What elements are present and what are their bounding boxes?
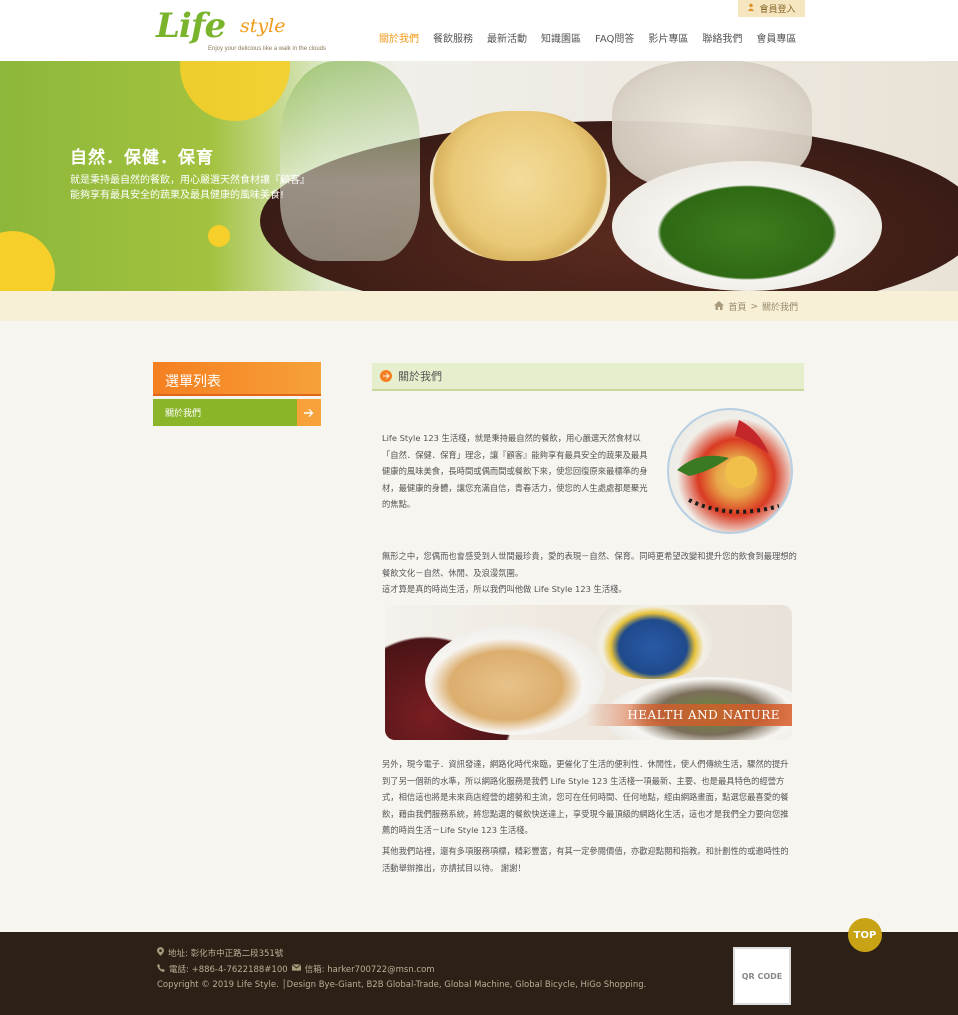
- wide-image-fish-plate: [425, 625, 605, 735]
- footer-email-link[interactable]: 信箱: harker700722@msn.com: [305, 963, 435, 975]
- content-title-bar: 關於我們: [372, 363, 804, 391]
- hero-banner: 自然．保健．保育 就是秉持最自然的餐飲，用心嚴選天然食材讓『顧客』能夠享有最具安…: [0, 61, 958, 291]
- content-title: 關於我們: [398, 370, 442, 383]
- banner-text: 就是秉持最自然的餐飲，用心嚴選天然食材讓『顧客』能夠享有最具安全的蔬果及最具健康…: [70, 175, 310, 201]
- nav-item-knowledge[interactable]: 知識園區: [534, 30, 588, 46]
- nav-item-about[interactable]: 關於我們: [372, 30, 426, 46]
- banner-noodle-image: [430, 111, 610, 261]
- main-nav: 關於我們 餐飲服務 最新活動 知識園區 FAQ問答 影片專區 聯絡我們 會員專區: [372, 30, 803, 46]
- about-paragraph-2-line-2: 這才算是真的時尚生活，所以我們叫他做 Life Style 123 生活棧。: [382, 584, 627, 594]
- breadcrumb-current: 關於我們: [761, 303, 798, 313]
- nav-item-video[interactable]: 影片專區: [641, 30, 695, 46]
- wide-image-bowl: [593, 605, 713, 679]
- arrow-right-icon: [297, 399, 321, 426]
- member-login-label: 會員登入: [759, 5, 796, 15]
- about-paragraph-4: 其他我們站裡，還有多項服務項標，精彩豐富，有其一定參閱價值，亦歡迎點閱和指教。和…: [382, 846, 789, 873]
- banner-deco-circle-left: [0, 231, 55, 291]
- breadcrumb-bar: 首頁 > 關於我們: [0, 291, 958, 321]
- arrow-circle-icon: [380, 370, 392, 382]
- site-header: Life style Enjoy your delicious like a w…: [0, 0, 958, 61]
- about-paragraph-1: Life Style 123 生活棧，就是秉持最自然的餐飲，用心嚴選天然食材以「…: [382, 433, 648, 509]
- footer-address-text: 地址: 彰化市中正路二段351號: [168, 949, 284, 959]
- footer-contact: 電話: +886-4-7622188#100 信箱: harker700722@…: [157, 963, 435, 975]
- footer-phone-text: 電話: +886-4-7622188#100: [169, 965, 288, 975]
- logo-tagline: Enjoy your delicious like a walk in the …: [208, 46, 327, 52]
- site-footer: 地址: 彰化市中正路二段351號 電話: +886-4-7622188#100 …: [0, 932, 958, 1015]
- nav-item-dining[interactable]: 餐飲服務: [426, 30, 480, 46]
- breadcrumb-home-link[interactable]: 首頁: [728, 300, 746, 313]
- logo-main-text: Life: [156, 6, 226, 46]
- dish-wide-image: HEALTH AND NATURE: [385, 605, 792, 740]
- nav-item-news[interactable]: 最新活動: [480, 30, 534, 46]
- sidebar-item-label: 關於我們: [165, 409, 202, 419]
- banner-broccoli-image: [612, 161, 882, 291]
- map-pin-icon: [157, 947, 164, 959]
- nav-item-member[interactable]: 會員專區: [749, 30, 803, 46]
- phone-icon: [157, 963, 165, 975]
- member-login-button[interactable]: 會員登入: [738, 0, 805, 17]
- image-caption: HEALTH AND NATURE: [586, 704, 792, 726]
- nav-item-faq[interactable]: FAQ問答: [588, 30, 641, 46]
- breadcrumb: 首頁 > 關於我們: [714, 300, 798, 313]
- nav-item-contact[interactable]: 聯絡我們: [695, 30, 749, 46]
- footer-copyright: Copyright © 2019 Life Style. │Design Bye…: [157, 980, 647, 990]
- dish-round-image: [667, 408, 793, 534]
- mail-icon: [291, 963, 301, 974]
- banner-glass-image: [280, 61, 420, 261]
- banner-title: 自然．保健．保育: [70, 148, 214, 168]
- home-icon: [714, 300, 725, 313]
- about-paragraph-2-line-1: 無形之中，您偶而也會感受到人世間最珍貴，愛的表現－自然、保育。同時更希望改變和提…: [382, 551, 797, 578]
- back-to-top-button[interactable]: TOP: [848, 918, 882, 952]
- user-icon: [747, 3, 755, 14]
- banner-deco-circle-small: [208, 225, 230, 247]
- sidebar-item-about[interactable]: 關於我們: [153, 399, 321, 426]
- footer-address: 地址: 彰化市中正路二段351號: [157, 947, 283, 959]
- about-paragraph-3: 另外，現今電子．資訊發達，網路化時代來臨，更催化了生活的便利性．休閒性，使人們傳…: [382, 759, 789, 835]
- breadcrumb-separator: >: [750, 301, 758, 312]
- logo-style-text: style: [240, 15, 286, 37]
- sidebar-title: 選單列表: [153, 362, 321, 396]
- about-paragraph-2: 無形之中，您偶而也會感受到人世間最珍貴，愛的表現－自然、保育。同時更希望改變和提…: [382, 548, 802, 598]
- qr-code: QR CODE: [733, 947, 791, 1005]
- site-logo[interactable]: Life style Enjoy your delicious like a w…: [156, 6, 336, 58]
- banner-deco-circle: [180, 61, 290, 121]
